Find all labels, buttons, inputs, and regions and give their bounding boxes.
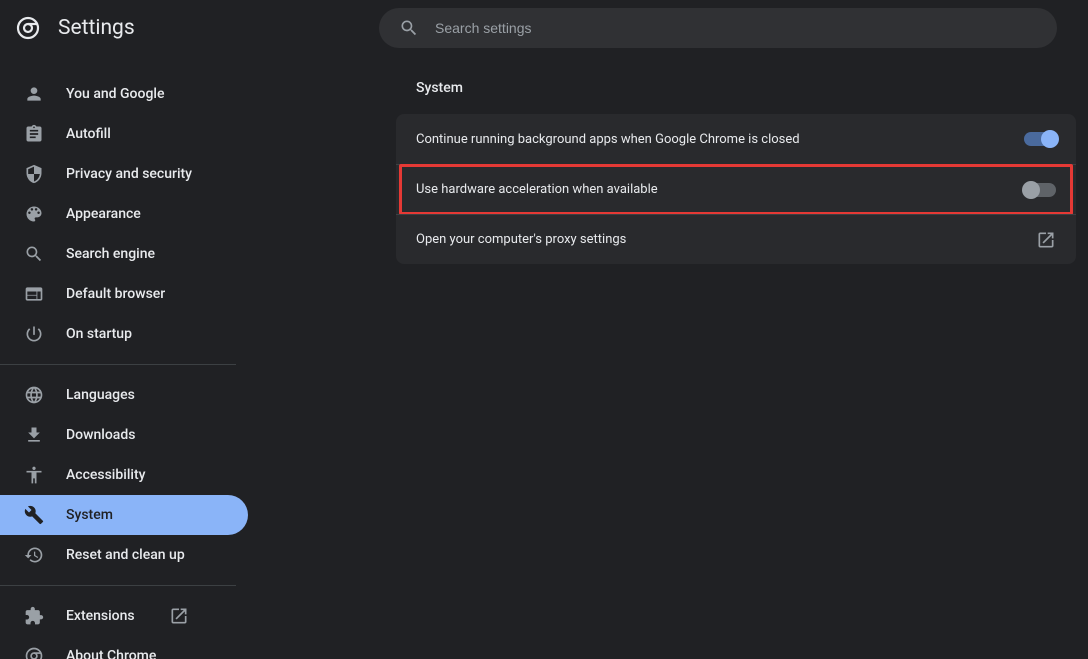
language-icon [24, 385, 44, 405]
sidebar-item-languages[interactable]: Languages [0, 375, 248, 415]
sidebar-item-privacy-security[interactable]: Privacy and security [0, 154, 248, 194]
sidebar-item-appearance[interactable]: Appearance [0, 194, 248, 234]
sidebar-item-label: Search engine [66, 246, 155, 262]
toggle-bg-apps[interactable] [1024, 132, 1056, 146]
launch-icon [1036, 230, 1056, 250]
sidebar-item-default-browser[interactable]: Default browser [0, 274, 248, 314]
setting-row-hw-accel: Use hardware acceleration when available [396, 164, 1076, 214]
sidebar-divider [0, 585, 236, 586]
sidebar-item-you-and-google[interactable]: You and Google [0, 74, 248, 114]
browser-icon [24, 284, 44, 304]
search-icon [24, 244, 44, 264]
sidebar-item-label: System [66, 507, 113, 523]
sidebar-item-autofill[interactable]: Autofill [0, 114, 248, 154]
chrome-logo-icon [16, 16, 40, 40]
sidebar-item-label: Extensions [66, 608, 135, 624]
sidebar-item-label: Appearance [66, 206, 141, 222]
restore-icon [24, 545, 44, 565]
extension-icon [24, 606, 44, 626]
sidebar-item-label: Accessibility [66, 467, 145, 483]
setting-label: Open your computer's proxy settings [416, 232, 1036, 247]
build-icon [24, 505, 44, 525]
security-icon [24, 164, 44, 184]
download-icon [24, 425, 44, 445]
sidebar-item-search-engine[interactable]: Search engine [0, 234, 248, 274]
section-title: System [416, 80, 1076, 96]
palette-icon [24, 204, 44, 224]
sidebar-item-extensions[interactable]: Extensions [0, 596, 248, 636]
sidebar-item-system[interactable]: System [0, 495, 248, 535]
search-container[interactable] [379, 8, 1057, 48]
sidebar-item-label: Languages [66, 387, 135, 403]
assignment-icon [24, 124, 44, 144]
sidebar-item-on-startup[interactable]: On startup [0, 314, 248, 354]
sidebar-item-downloads[interactable]: Downloads [0, 415, 248, 455]
accessibility-icon [24, 465, 44, 485]
settings-card: Continue running background apps when Go… [396, 114, 1076, 264]
setting-label: Continue running background apps when Go… [416, 132, 1024, 147]
sidebar-item-accessibility[interactable]: Accessibility [0, 455, 248, 495]
search-input[interactable] [435, 20, 1037, 36]
sidebar-item-label: About Chrome [66, 648, 156, 659]
sidebar-divider [0, 364, 236, 365]
sidebar-item-label: You and Google [66, 86, 164, 102]
sidebar: You and Google Autofill Privacy and secu… [0, 56, 256, 659]
setting-label: Use hardware acceleration when available [416, 182, 1024, 197]
sidebar-item-label: Privacy and security [66, 166, 192, 182]
power-icon [24, 324, 44, 344]
sidebar-item-label: On startup [66, 326, 132, 342]
sidebar-item-label: Reset and clean up [66, 547, 185, 563]
sidebar-item-label: Default browser [66, 286, 165, 302]
app-title: Settings [58, 16, 135, 40]
toggle-hw-accel[interactable] [1024, 183, 1056, 197]
content-area: System Continue running background apps … [256, 56, 1088, 659]
person-icon [24, 84, 44, 104]
app-header: Settings [0, 0, 1088, 56]
setting-row-bg-apps: Continue running background apps when Go… [396, 114, 1076, 164]
sidebar-item-reset-cleanup[interactable]: Reset and clean up [0, 535, 248, 575]
chrome-icon [24, 646, 44, 659]
launch-icon [169, 606, 189, 626]
sidebar-item-label: Downloads [66, 427, 135, 443]
setting-row-proxy[interactable]: Open your computer's proxy settings [396, 214, 1076, 264]
toggle-knob [1041, 130, 1059, 148]
sidebar-item-label: Autofill [66, 126, 111, 142]
sidebar-item-about-chrome[interactable]: About Chrome [0, 636, 248, 659]
toggle-knob [1022, 181, 1040, 199]
search-icon [399, 18, 419, 38]
